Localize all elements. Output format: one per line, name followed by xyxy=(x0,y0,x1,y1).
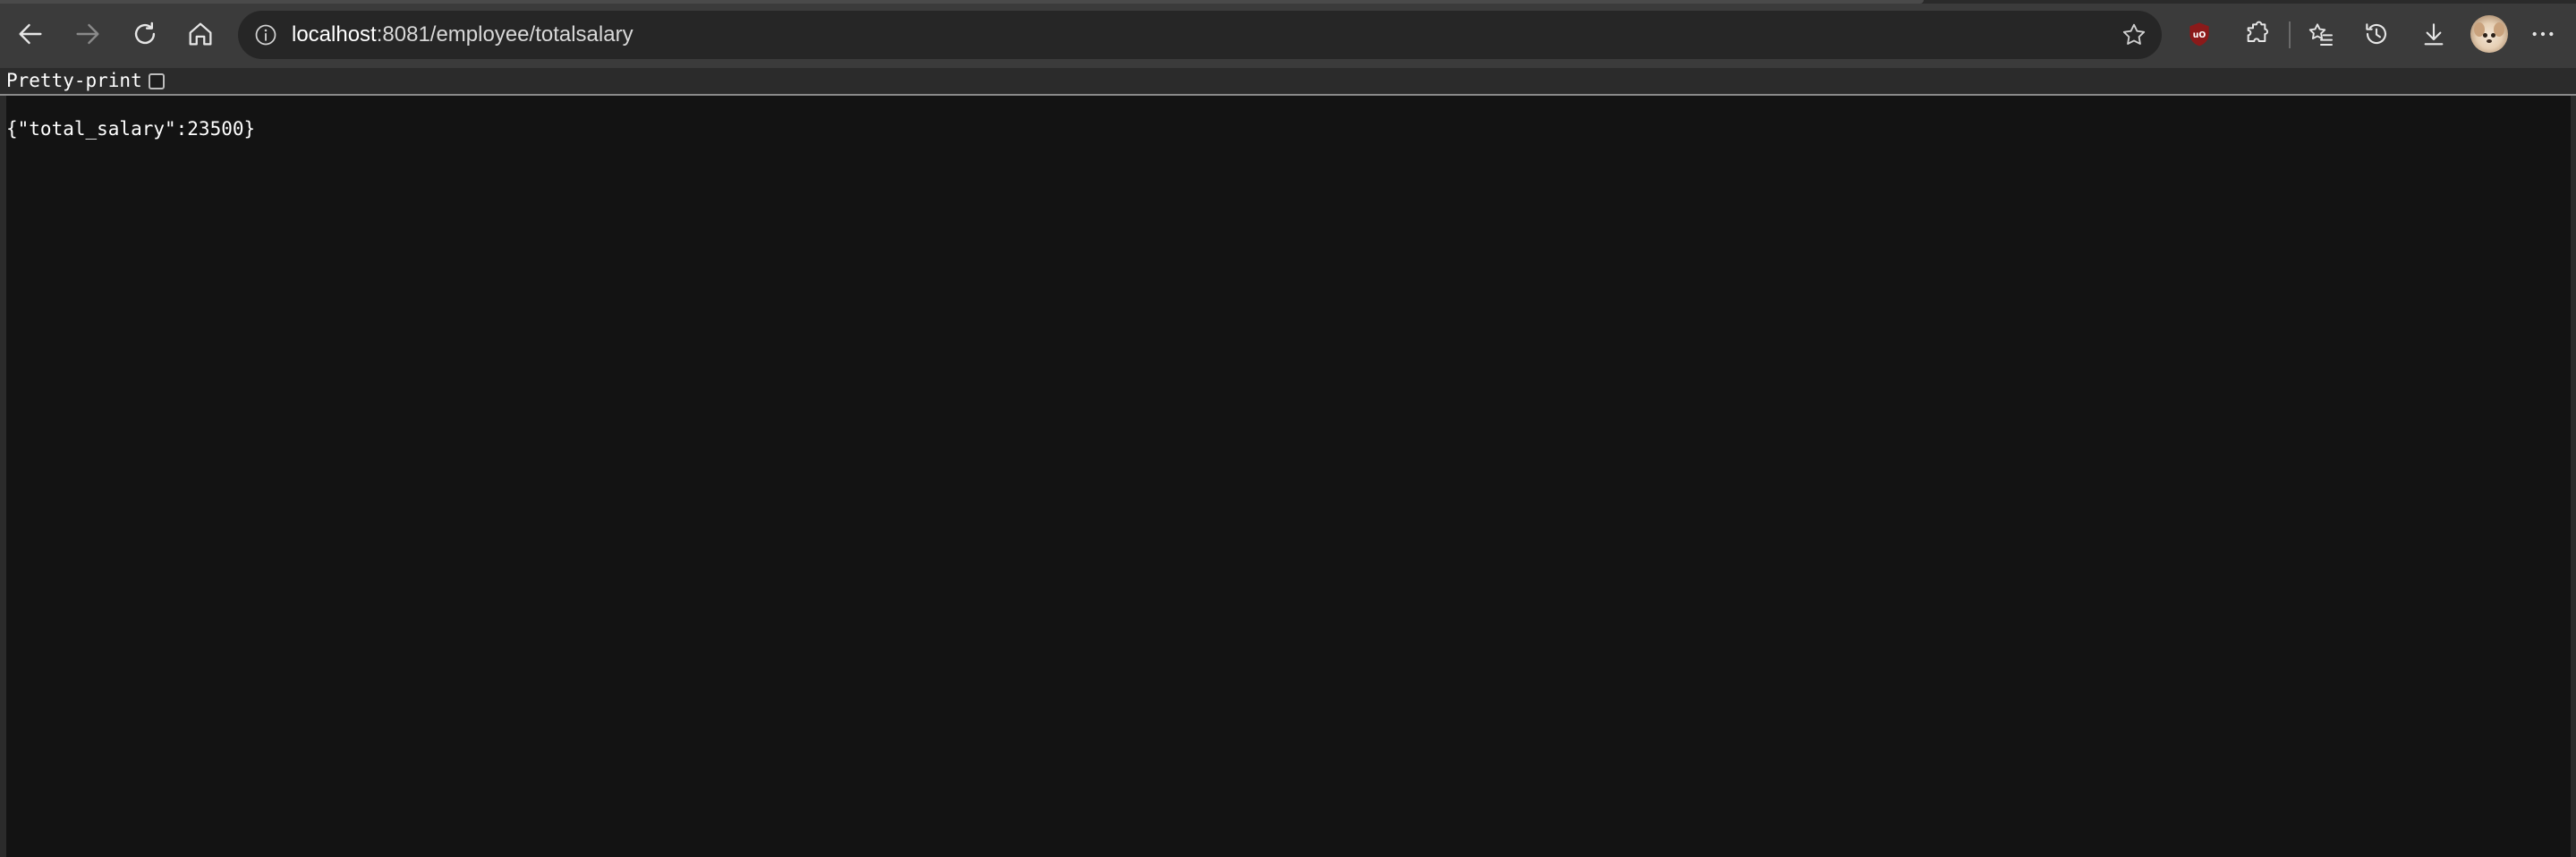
url-path: :8081/employee/totalsalary xyxy=(376,22,633,47)
home-button[interactable] xyxy=(179,13,222,55)
favorites-button[interactable] xyxy=(2300,13,2342,55)
history-icon xyxy=(2366,23,2387,45)
site-info-icon xyxy=(255,24,276,46)
site-info-button[interactable] xyxy=(251,20,281,50)
pretty-print-label[interactable]: Pretty-print xyxy=(6,68,142,94)
back-arrow-icon xyxy=(19,23,42,45)
forward-arrow-icon xyxy=(76,23,99,45)
downloads-button[interactable] xyxy=(2412,13,2455,55)
downloads-icon xyxy=(2424,23,2444,46)
url-host: localhost xyxy=(292,22,377,47)
pretty-print-checkbox[interactable] xyxy=(149,73,165,89)
favorite-star-icon xyxy=(2122,23,2146,45)
json-viewer: Pretty-print {"total_salary":23500} xyxy=(0,68,2576,857)
url-text[interactable]: localhost:8081/employee/totalsalary xyxy=(292,11,633,59)
viewer-right-edge xyxy=(2571,96,2576,857)
ublock-origin-icon: uO xyxy=(2189,22,2209,47)
forward-button[interactable] xyxy=(66,13,109,55)
toolbar-divider xyxy=(2289,21,2291,48)
favorites-list-icon xyxy=(2308,23,2333,46)
browser-toolbar: localhost:8081/employee/totalsalary uO xyxy=(0,0,2576,68)
refresh-icon xyxy=(134,21,156,45)
svg-text:uO: uO xyxy=(2193,30,2206,40)
profile-avatar[interactable] xyxy=(2470,15,2508,53)
home-icon xyxy=(189,22,212,46)
extensions-button[interactable] xyxy=(2235,13,2278,55)
add-favorite-button[interactable] xyxy=(2117,18,2151,52)
more-menu-icon xyxy=(2532,31,2554,37)
viewer-left-edge xyxy=(0,96,6,857)
back-button[interactable] xyxy=(9,13,52,55)
history-button[interactable] xyxy=(2355,13,2398,55)
pretty-print-bar: Pretty-print xyxy=(0,68,2576,96)
more-menu-button[interactable] xyxy=(2521,13,2564,55)
address-bar[interactable]: localhost:8081/employee/totalsalary xyxy=(238,11,2162,59)
ublock-origin-button[interactable]: uO xyxy=(2178,13,2221,55)
extensions-puzzle-icon xyxy=(2247,21,2268,42)
tab-strip-edge xyxy=(0,0,2576,4)
json-response-text: {"total_salary":23500} xyxy=(6,118,256,140)
refresh-button[interactable] xyxy=(123,13,166,55)
